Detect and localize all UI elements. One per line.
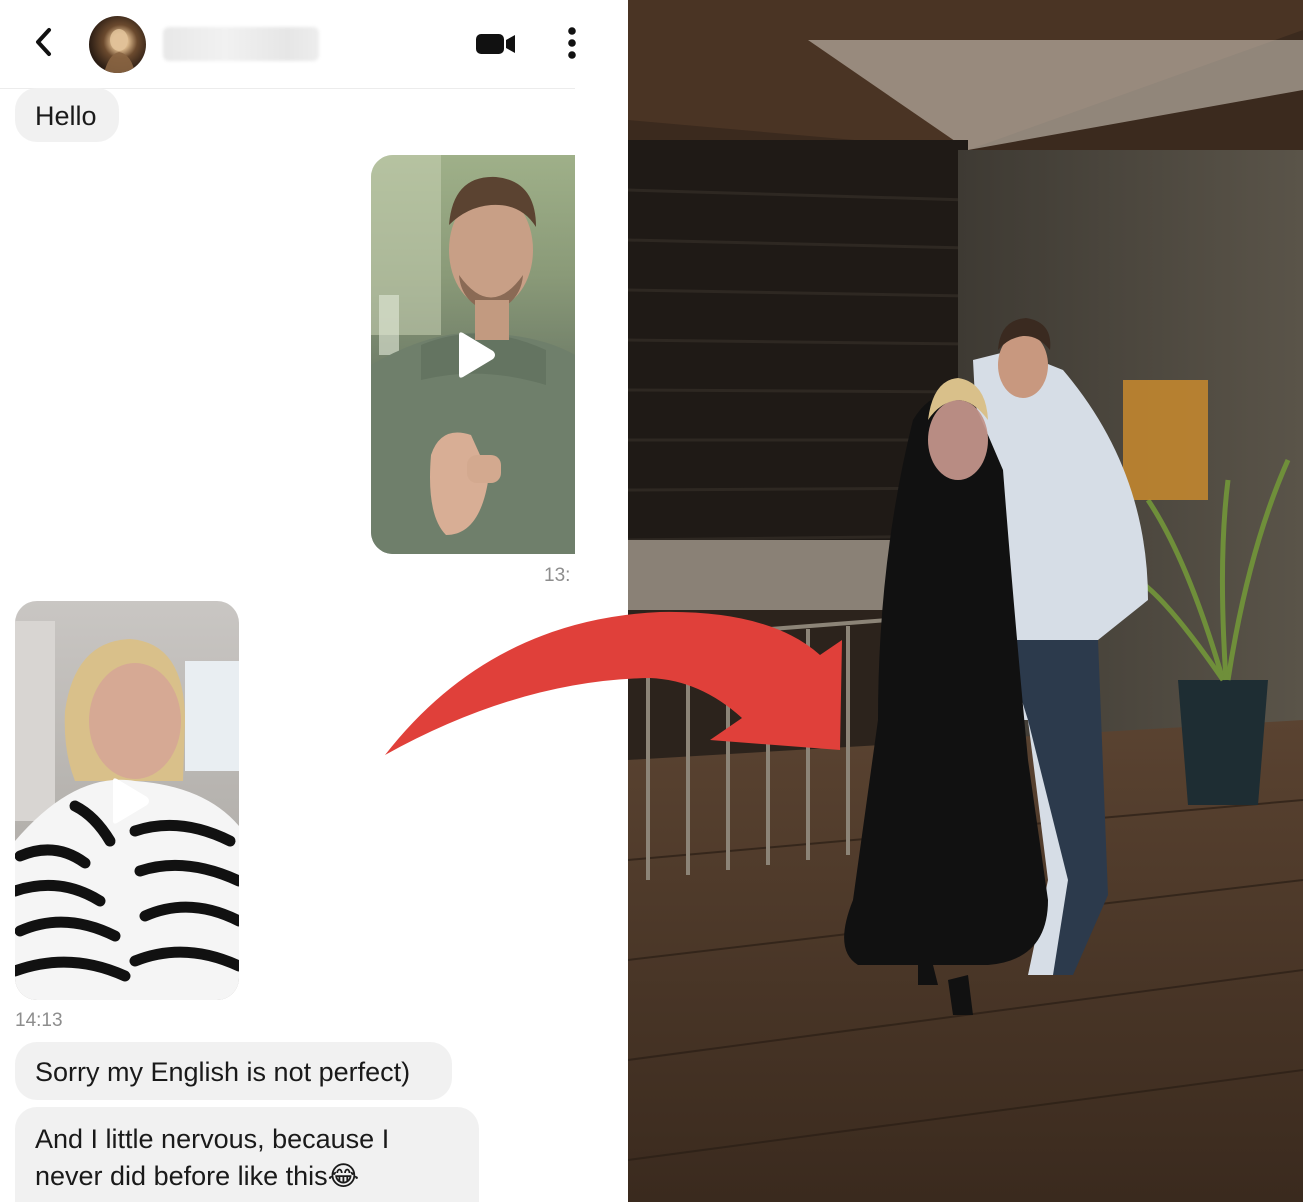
chat-header <box>0 0 576 89</box>
message-bubble: Sorry my English is not perfect) <box>15 1042 452 1100</box>
chevron-left-icon <box>36 28 51 56</box>
more-vertical-icon <box>568 27 576 59</box>
message-bubble: Hello <box>15 88 119 142</box>
play-icon[interactable] <box>447 329 499 381</box>
more-options-button[interactable] <box>560 22 584 66</box>
chat-panel: Hello 13: 14:13 Sorry my English is not … <box>0 0 628 1202</box>
video-camera-icon <box>476 34 515 54</box>
message-bubble: And I little nervous, because I never di… <box>15 1107 479 1202</box>
couple-photo <box>628 0 1303 1202</box>
avatar[interactable] <box>89 16 146 73</box>
video-call-button[interactable] <box>474 28 518 60</box>
message-timestamp: 13: <box>544 565 571 586</box>
play-icon[interactable] <box>101 775 153 827</box>
message-timestamp: 14:13 <box>15 1010 63 1031</box>
avatar-image <box>104 29 135 73</box>
video-message-received[interactable] <box>15 601 239 1000</box>
back-button[interactable] <box>26 24 62 60</box>
photo-image <box>628 0 1303 1202</box>
video-message-sent[interactable] <box>371 155 575 554</box>
contact-name-blurred <box>163 27 319 61</box>
